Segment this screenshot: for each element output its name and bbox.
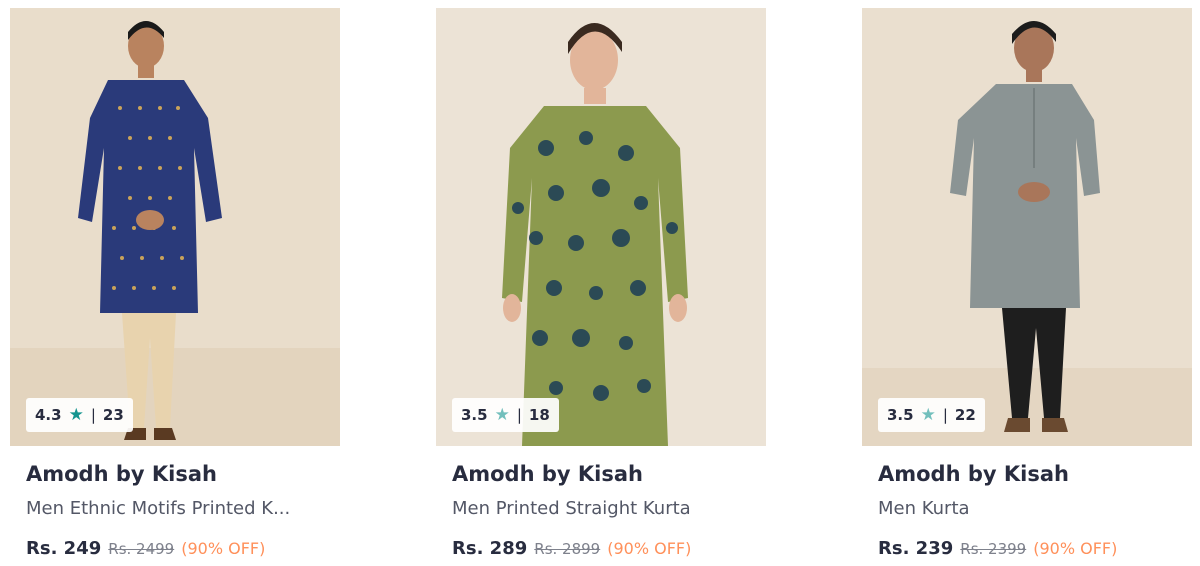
rating-count: 23 bbox=[102, 406, 124, 424]
rating-badge: 4.3 ★ | 23 bbox=[26, 398, 133, 432]
rating-value: 3.5 bbox=[887, 406, 914, 424]
price-row: Rs. 239 Rs. 2399 (90% OFF) bbox=[878, 538, 1117, 559]
rating-separator: | bbox=[942, 406, 948, 424]
product-discount: (90% OFF) bbox=[1033, 539, 1118, 558]
product-discount: (90% OFF) bbox=[607, 539, 692, 558]
product-photo bbox=[436, 8, 766, 446]
rating-separator: | bbox=[90, 406, 96, 424]
rating-badge: 3.5 ★ | 22 bbox=[878, 398, 985, 432]
product-image[interactable]: 3.5 ★ | 22 bbox=[862, 8, 1192, 446]
product-title[interactable]: Men Ethnic Motifs Printed K... bbox=[26, 498, 326, 519]
rating-value: 4.3 bbox=[35, 406, 62, 424]
rating-badge: 3.5 ★ | 18 bbox=[452, 398, 559, 432]
rating-count: 18 bbox=[528, 406, 550, 424]
product-price: Rs. 249 bbox=[26, 538, 102, 559]
product-card[interactable]: 4.3 ★ | 23 Amodh by Kisah Men Ethnic Mot… bbox=[10, 0, 340, 566]
product-price: Rs. 239 bbox=[878, 538, 954, 559]
rating-value: 3.5 bbox=[461, 406, 488, 424]
product-brand[interactable]: Amodh by Kisah bbox=[878, 462, 1069, 486]
star-icon: ★ bbox=[920, 404, 936, 425]
product-brand[interactable]: Amodh by Kisah bbox=[26, 462, 217, 486]
star-icon: ★ bbox=[494, 404, 510, 425]
product-image[interactable]: 3.5 ★ | 18 bbox=[436, 8, 766, 446]
product-image[interactable]: 4.3 ★ | 23 bbox=[10, 8, 340, 446]
product-photo bbox=[862, 8, 1192, 446]
product-grid: 4.3 ★ | 23 Amodh by Kisah Men Ethnic Mot… bbox=[0, 0, 1200, 566]
rating-separator: | bbox=[516, 406, 522, 424]
product-discount: (90% OFF) bbox=[181, 539, 266, 558]
product-mrp: Rs. 2399 bbox=[960, 540, 1027, 558]
product-title[interactable]: Men Kurta bbox=[878, 498, 1178, 519]
product-photo bbox=[10, 8, 340, 446]
product-mrp: Rs. 2899 bbox=[534, 540, 601, 558]
product-price: Rs. 289 bbox=[452, 538, 528, 559]
product-card[interactable]: 3.5 ★ | 22 Amodh by Kisah Men Kurta Rs. … bbox=[862, 0, 1192, 566]
product-brand[interactable]: Amodh by Kisah bbox=[452, 462, 643, 486]
price-row: Rs. 289 Rs. 2899 (90% OFF) bbox=[452, 538, 691, 559]
product-card[interactable]: 3.5 ★ | 18 Amodh by Kisah Men Printed St… bbox=[436, 0, 766, 566]
product-mrp: Rs. 2499 bbox=[108, 540, 175, 558]
price-row: Rs. 249 Rs. 2499 (90% OFF) bbox=[26, 538, 265, 559]
star-icon: ★ bbox=[68, 404, 84, 425]
rating-count: 22 bbox=[954, 406, 976, 424]
product-title[interactable]: Men Printed Straight Kurta bbox=[452, 498, 752, 519]
